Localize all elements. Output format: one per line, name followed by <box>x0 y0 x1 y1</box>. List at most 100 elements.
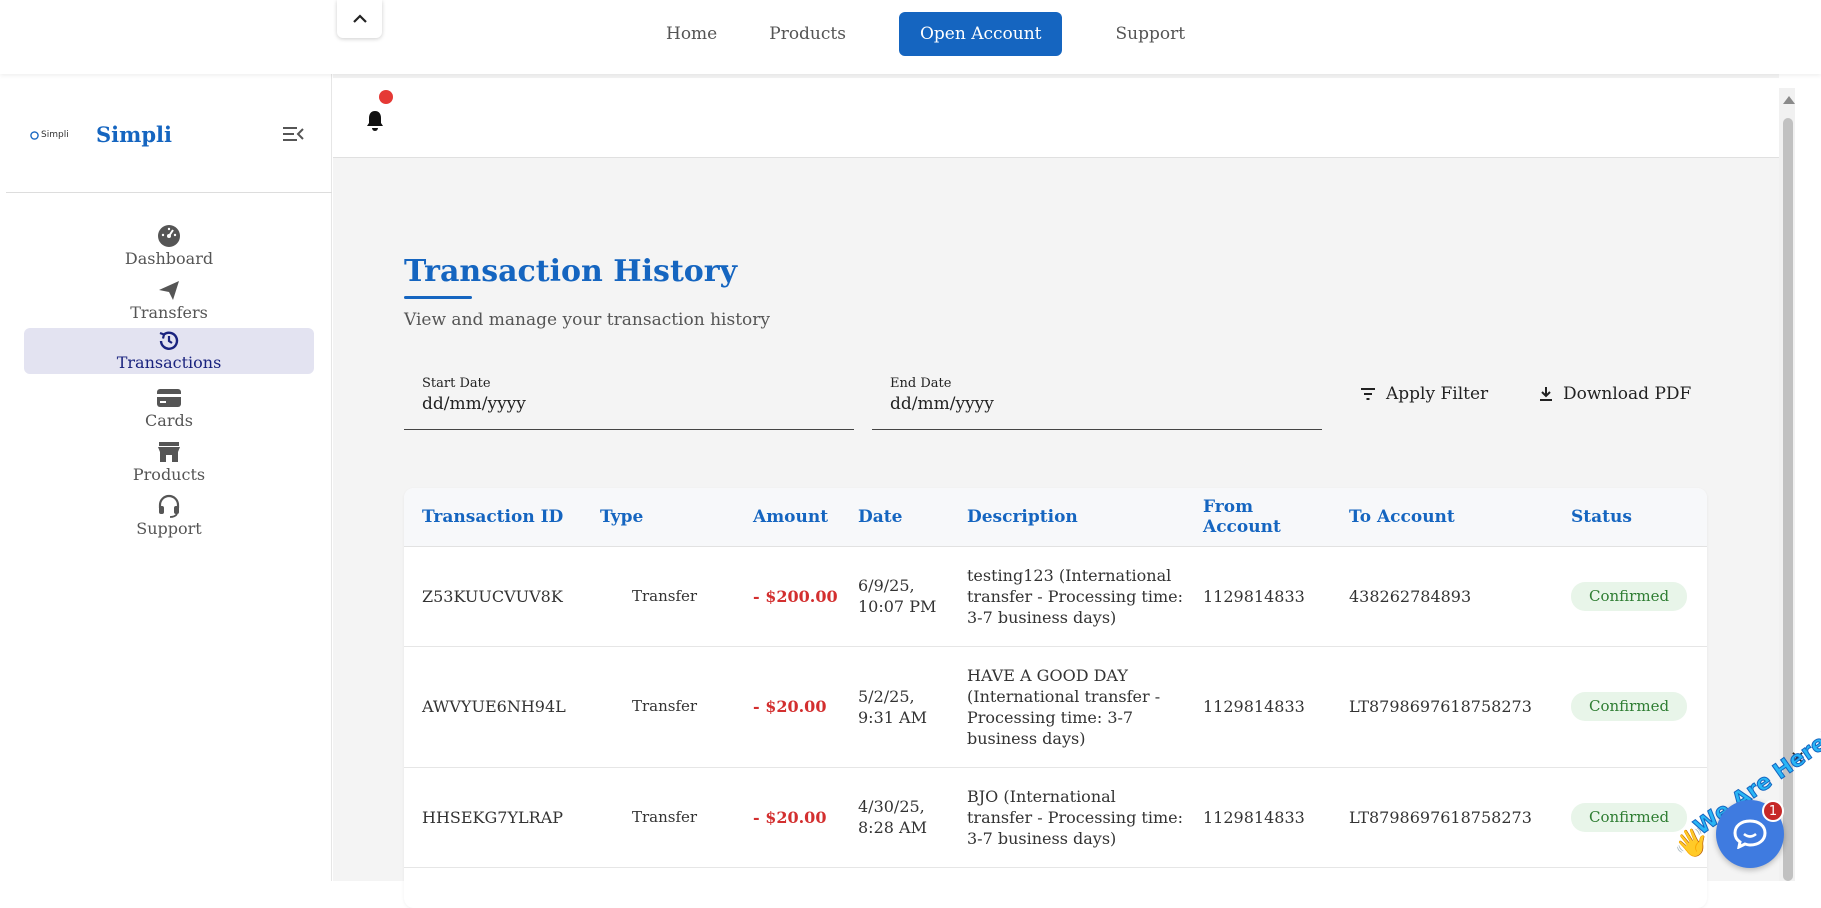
logo-mark-icon <box>30 130 39 140</box>
transaction-type: Transfer <box>632 586 698 605</box>
transaction-amount: - $200.00 <box>753 586 838 606</box>
notification-bar <box>333 78 1779 158</box>
column-header[interactable]: Amount <box>735 488 840 546</box>
column-header[interactable]: Date <box>840 488 949 546</box>
nav-home[interactable]: Home <box>640 12 743 56</box>
status-cell: Confirmed <box>1553 646 1707 767</box>
brand-name: Simpli <box>96 122 173 147</box>
menu-collapse-icon <box>283 127 304 141</box>
transaction-date: 4/30/25, 8:28 AM <box>858 797 927 837</box>
start-date-field[interactable]: Start Date dd/mm/yyyy <box>404 374 854 430</box>
transaction-id: HHSEKG7YLRAP <box>422 807 564 827</box>
table-row[interactable]: AWVYUE6NH94L Transfer - $20.00 5/2/25, 9… <box>404 646 1707 767</box>
apply-filter-label: Apply Filter <box>1386 384 1489 404</box>
status-cell: Confirmed <box>1553 546 1707 646</box>
sidebar-item-label: Products <box>132 465 206 484</box>
headset-icon <box>156 493 182 519</box>
transaction-id: AWVYUE6NH94L <box>422 697 566 716</box>
transaction-amount: - $20.00 <box>753 807 827 827</box>
transaction-amount: - $20.00 <box>753 697 827 716</box>
download-pdf-label: Download PDF <box>1563 384 1692 404</box>
sidebar: Simpli Simpli Dashboard Transfers Transa… <box>0 74 332 881</box>
chevron-up-icon <box>352 14 367 23</box>
column-header[interactable]: From Account <box>1185 488 1331 546</box>
sidebar-toggle-button[interactable] <box>282 126 306 146</box>
sidebar-item-label: Transactions <box>116 353 222 372</box>
filter-icon <box>1361 388 1375 400</box>
waving-hand-icon: 👋 <box>1674 826 1709 859</box>
status-badge: Confirmed <box>1571 802 1688 832</box>
page-subtitle: View and manage your transaction history <box>404 310 770 330</box>
notification-dot <box>379 90 393 104</box>
sidebar-item-cards[interactable]: Cards <box>24 378 314 432</box>
transaction-type: Transfer <box>632 697 698 715</box>
sidebar-item-dashboard[interactable]: Dashboard <box>24 216 314 270</box>
apply-filter-button[interactable]: Apply Filter <box>1360 374 1488 414</box>
transaction-description: HAVE A GOOD DAY (International transfer … <box>967 665 1161 748</box>
sidebar-item-label: Cards <box>145 411 193 430</box>
to-account: LT8798697618758273 <box>1349 807 1532 827</box>
top-navbar: Home Products Open Account Support <box>0 0 1821 74</box>
transaction-date: 5/2/25, 9:31 AM <box>858 686 927 727</box>
dashboard-icon <box>156 223 182 249</box>
sidebar-item-products[interactable]: Products <box>24 432 314 486</box>
to-account: 438262784893 <box>1349 586 1472 606</box>
from-account: 1129814833 <box>1203 697 1305 716</box>
end-date-field[interactable]: End Date dd/mm/yyyy <box>872 374 1322 430</box>
download-pdf-button[interactable]: Download PDF <box>1539 374 1691 414</box>
sidebar-item-label: Support <box>136 519 202 538</box>
transaction-date: 6/9/25, 10:07 PM <box>858 576 937 616</box>
column-header[interactable]: Status <box>1553 488 1707 546</box>
send-icon <box>156 277 182 303</box>
transaction-id: Z53KUUCVUV8K <box>422 586 563 606</box>
table-row[interactable]: HHSEKG7YLRAP Transfer - $20.00 4/30/25, … <box>404 767 1707 867</box>
scroll-up-arrow-icon[interactable] <box>1783 96 1795 104</box>
column-header[interactable]: Transaction ID <box>404 488 582 546</box>
side-menu: Dashboard Transfers Transactions Cards P… <box>24 216 314 540</box>
brand-logo-text: Simpli <box>41 130 69 140</box>
column-header[interactable]: To Account <box>1331 488 1553 546</box>
bell-icon <box>367 111 383 131</box>
table-row[interactable]: Z53KUUCVUV8K Transfer - $200.00 6/9/25, … <box>404 546 1707 646</box>
start-date-input[interactable]: dd/mm/yyyy <box>422 394 526 414</box>
sidebar-item-label: Transfers <box>130 303 208 322</box>
brand-logo[interactable]: Simpli <box>30 130 69 140</box>
sidebar-item-transfers[interactable]: Transfers <box>24 270 314 324</box>
status-badge: Confirmed <box>1571 581 1688 611</box>
page-title: Transaction History <box>404 254 738 289</box>
collapse-topbar-button[interactable] <box>337 0 382 38</box>
status-badge: Confirmed <box>1571 692 1688 721</box>
nav-products[interactable]: Products <box>743 12 872 56</box>
end-date-label: End Date <box>890 376 952 391</box>
transactions-table: Transaction ID Type Amount Date Descript… <box>404 488 1707 868</box>
table-header-row: Transaction ID Type Amount Date Descript… <box>404 488 1707 546</box>
sidebar-item-transactions[interactable]: Transactions <box>24 328 314 374</box>
store-icon <box>156 439 182 465</box>
notifications-button[interactable] <box>365 110 385 136</box>
main-nav: Home Products Open Account Support <box>640 12 1211 56</box>
sidebar-divider <box>6 192 332 193</box>
start-date-label: Start Date <box>422 376 491 391</box>
sidebar-item-label: Dashboard <box>124 249 214 268</box>
card-icon <box>156 385 182 411</box>
to-account: LT8798697618758273 <box>1349 697 1532 716</box>
open-account-button[interactable]: Open Account <box>898 12 1063 56</box>
transaction-description: BJO (International transfer - Processing… <box>967 786 1183 848</box>
column-header[interactable]: Type <box>582 488 735 546</box>
chat-bubble-icon <box>1733 819 1767 849</box>
end-date-input[interactable]: dd/mm/yyyy <box>890 394 994 414</box>
main-content: Transaction History View and manage your… <box>333 74 1779 908</box>
nav-support[interactable]: Support <box>1089 12 1211 56</box>
sidebar-item-support[interactable]: Support <box>24 486 314 540</box>
transaction-description: testing123 (International transfer - Pro… <box>967 565 1183 627</box>
transaction-type: Transfer <box>632 807 698 826</box>
history-icon <box>156 328 182 353</box>
from-account: 1129814833 <box>1203 586 1305 606</box>
chat-unread-badge: 1 <box>1762 800 1784 822</box>
column-header[interactable]: Description <box>949 488 1185 546</box>
download-icon <box>1540 387 1552 401</box>
brand: Simpli Simpli <box>6 110 326 164</box>
title-underline <box>404 296 472 299</box>
from-account: 1129814833 <box>1203 807 1305 827</box>
transactions-table-card: Transaction ID Type Amount Date Descript… <box>404 488 1707 908</box>
